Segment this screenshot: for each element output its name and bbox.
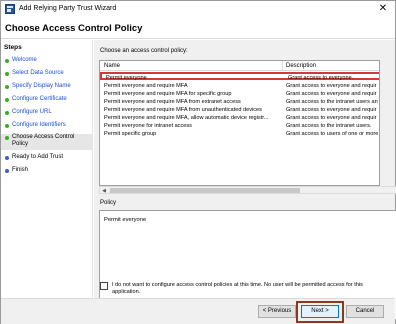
policy-description: Grant access to everyone and requir [286,91,377,97]
step-label: Finish [12,167,29,173]
step-finish: Finish [1,167,92,176]
window-title: Add Relying Party Trust Wizard [19,5,117,12]
step-status-dot [5,98,9,102]
next-button[interactable]: Next > [301,305,339,318]
policy-name: Permit everyone and require MFA [104,83,188,89]
step-status-dot [5,136,9,140]
choose-policy-label: Choose an access control policy: [100,48,188,54]
steps-panel: Steps Welcome Select Data Source Specify… [1,40,93,298]
step-label: Choose Access Control Policy [12,134,75,147]
step-status-dot [5,72,9,76]
step-status-dot [5,85,9,89]
policy-name: Permit everyone and require MFA from ext… [104,99,241,105]
wizard-window: Add Relying Party Trust Wizard ✕ Choose … [0,0,396,324]
scroll-left-icon[interactable]: ◀ [100,187,108,195]
policy-description: Grant access to users of one or more [286,131,379,137]
step-status-dot [5,111,9,115]
policy-detail-text: Permit everyone [104,217,147,223]
step-label: Configure URL [12,109,52,115]
list-horizontal-scrollbar[interactable]: ◀ ▶ [99,186,396,194]
step-status-dot [5,59,9,63]
step-configure-certificate[interactable]: Configure Certificate [1,96,92,105]
steps-heading: Steps [4,44,22,51]
policy-name: Permit everyone for intranet access [104,123,192,129]
step-ready-to-add-trust: Ready to Add Trust [1,154,92,163]
policy-name: Permit specific group [104,131,157,137]
policy-row-selected[interactable]: Permit everyone Grant access to everyone… [100,72,379,81]
column-header-name[interactable]: Name [104,63,120,69]
page-title: Choose Access Control Policy [5,23,143,34]
cancel-button[interactable]: Cancel [346,305,384,318]
policy-name: Permit everyone and require MFA from una… [104,107,262,113]
list-header: Name Description [100,61,379,71]
step-choose-access-control-policy[interactable]: Choose Access Control Policy [1,134,92,150]
page-header: Choose Access Control Policy [1,17,395,39]
policy-description: Grant access to the intranet users an [286,99,378,105]
policy-name: Permit everyone and require MFA for spec… [104,91,232,97]
policy-name: Permit everyone and require MFA, allow a… [104,115,269,121]
policy-row[interactable]: Permit everyone and require MFA from ext… [100,98,379,106]
step-label: Configure Identifiers [12,122,66,128]
policy-description: Grant access to everyone and requir [286,83,377,89]
policy-row[interactable]: Permit specific group Grant access to us… [100,130,379,138]
step-label: Ready to Add Trust [12,154,64,160]
step-label: Welcome [12,57,37,63]
step-select-data-source[interactable]: Select Data Source [1,70,92,79]
step-label: Configure Certificate [12,96,67,102]
no-policy-checkbox[interactable] [100,282,108,290]
policy-label: Policy [100,200,117,206]
column-divider[interactable] [282,61,283,71]
policy-row[interactable]: Permit everyone for intranet access Gran… [100,122,379,130]
policy-row[interactable]: Permit everyone and require MFA for spec… [100,90,379,98]
step-status-dot [5,169,9,173]
policy-row[interactable]: Permit everyone and require MFA, allow a… [100,114,379,122]
content-panel: Choose an access control policy: Name De… [94,40,396,320]
policy-row[interactable]: Permit everyone and require MFA from una… [100,106,379,114]
step-configure-url[interactable]: Configure URL [1,109,92,118]
policy-description: Grant access to everyone and requir [286,107,377,113]
policy-list[interactable]: Name Description Permit everyone Grant a… [99,60,380,186]
step-specify-display-name[interactable]: Specify Display Name [1,83,92,92]
policy-description: Grant access to everyone and requir [286,115,377,121]
wizard-app-icon [5,4,15,14]
previous-button[interactable]: < Previous [258,305,296,318]
step-configure-identifiers[interactable]: Configure Identifiers [1,122,92,131]
close-icon[interactable]: ✕ [377,3,389,15]
policy-description: Grant access to the intranet users. [286,123,372,129]
step-status-dot [5,156,9,160]
step-label: Specify Display Name [12,83,71,89]
step-status-dot [5,124,9,128]
policy-row[interactable]: Permit everyone and require MFA Grant ac… [100,82,379,90]
step-welcome[interactable]: Welcome [1,57,92,66]
title-bar: Add Relying Party Trust Wizard ✕ [1,1,395,17]
wizard-footer: < Previous Next > Cancel [1,298,395,324]
no-policy-checkbox-label[interactable]: I do not want to configure access contro… [112,282,388,296]
policy-name: Permit everyone [106,75,147,81]
policy-description: Grant access to everyone. [288,75,354,81]
step-label: Select Data Source [12,70,64,76]
scroll-thumb[interactable] [110,188,300,193]
column-header-description[interactable]: Description [286,63,316,69]
